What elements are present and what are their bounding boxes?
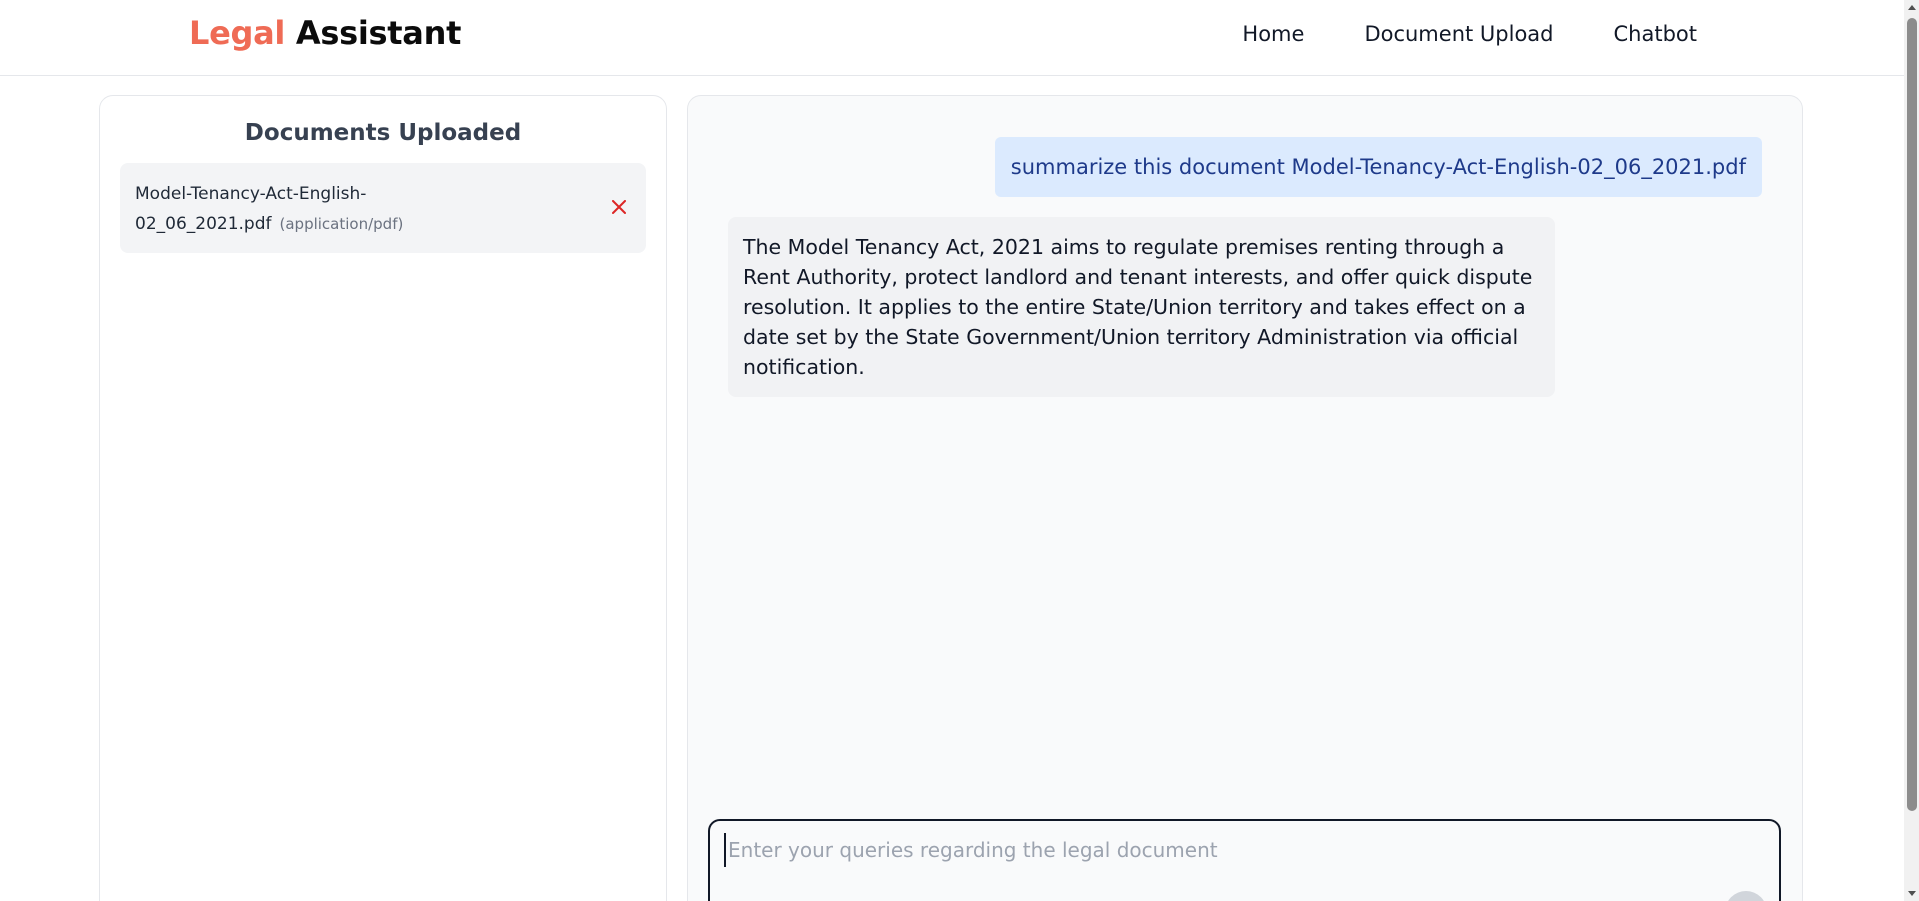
scroll-down-icon[interactable] [1908, 891, 1916, 896]
query-input[interactable] [724, 833, 1764, 867]
page-scrollbar[interactable] [1904, 0, 1919, 901]
scrollbar-thumb[interactable] [1907, 18, 1917, 811]
nav-chatbot-link[interactable]: Chatbot [1614, 22, 1698, 46]
remove-document-button[interactable] [606, 194, 632, 220]
assistant-message: The Model Tenancy Act, 2021 aims to regu… [728, 217, 1555, 397]
scroll-up-icon[interactable] [1908, 5, 1916, 10]
document-type: (application/pdf) [279, 215, 404, 233]
close-icon [612, 200, 626, 214]
nav-links: Home Document Upload Chatbot [1242, 22, 1697, 46]
brand-logo[interactable]: Legal Assistant [189, 14, 461, 52]
send-button[interactable] [1725, 891, 1767, 901]
user-message: summarize this document Model-Tenancy-Ac… [994, 137, 1762, 197]
documents-panel: Documents Uploaded Model-Tenancy-Act-Eng… [99, 95, 667, 901]
document-name-wrapper: Model-Tenancy-Act-English-02_06_2021.pdf… [135, 179, 425, 239]
query-box [708, 819, 1781, 901]
nav-home-link[interactable]: Home [1242, 22, 1304, 46]
chat-panel: summarize this document Model-Tenancy-Ac… [687, 95, 1803, 901]
top-navbar: Legal Assistant Home Document Upload Cha… [0, 0, 1904, 76]
brand-accent: Legal [189, 14, 286, 52]
document-item: Model-Tenancy-Act-English-02_06_2021.pdf… [120, 163, 646, 253]
page: Legal Assistant Home Document Upload Cha… [0, 0, 1919, 901]
brand-name: Assistant [295, 14, 462, 52]
nav-document-upload-link[interactable]: Document Upload [1364, 22, 1553, 46]
documents-title: Documents Uploaded [244, 120, 522, 146]
